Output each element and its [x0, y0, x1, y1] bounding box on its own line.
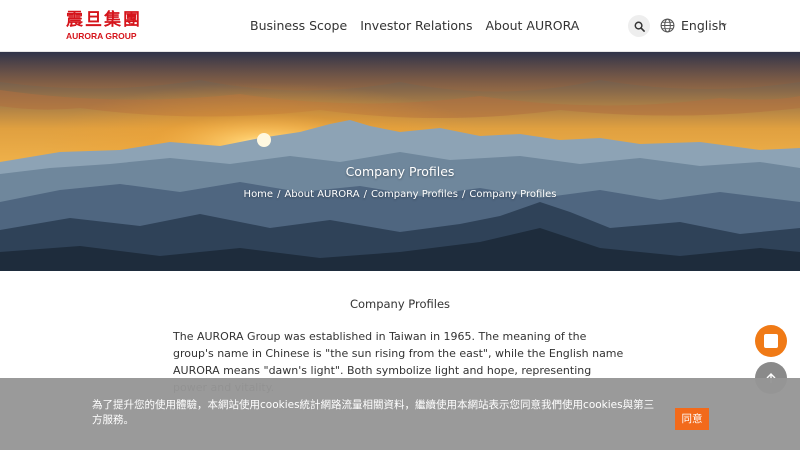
mountain-sunrise-image [0, 52, 800, 271]
breadcrumb-current-page: Company Profiles [469, 189, 557, 200]
breadcrumb: Home / About AURORA / Company Profiles / Compa… [0, 188, 800, 202]
breadcrumb-separator: / [363, 189, 367, 200]
floating-menu-button[interactable] [755, 325, 787, 357]
nav-item-investor-relations[interactable]: Investor Relations [360, 17, 472, 35]
cookie-consent-text: 為了提升您的使用體驗，本網站使用cookies統計網路流量相關資料，繼續使用本網… [92, 399, 655, 426]
cookie-consent-bar: 為了提升您的使用體驗，本網站使用cookies統計網路流量相關資料，繼續使用本網… [0, 378, 800, 450]
logo-english-text: AURORA GROUP [66, 31, 137, 41]
breadcrumb-company-profiles[interactable]: Company Profiles [371, 189, 458, 200]
hero-title: Company Profiles [345, 164, 455, 179]
search-button[interactable] [628, 15, 650, 37]
search-icon [634, 21, 645, 32]
cookie-agree-button[interactable]: 同意 [675, 408, 709, 430]
breadcrumb-home[interactable]: Home [244, 189, 274, 200]
main-nav: Business Scope Investor Relations About … [250, 17, 592, 35]
globe-icon[interactable] [660, 18, 675, 33]
square-icon [764, 334, 778, 348]
breadcrumb-separator: / [277, 189, 281, 200]
chevron-down-icon[interactable] [721, 22, 727, 28]
logo-chinese-text: 震旦集團 [66, 10, 142, 30]
nav-item-about-aurora[interactable]: About AURORA [485, 17, 579, 35]
breadcrumb-about-aurora[interactable]: About AURORA [284, 189, 359, 200]
aurora-group-logo[interactable]: 震旦集團 AURORA GROUP [66, 11, 146, 41]
site-header: 震旦集團 AURORA GROUP Business Scope Investo… [0, 0, 800, 52]
nav-item-business-scope[interactable]: Business Scope [250, 17, 347, 35]
section-title: Company Profiles [349, 297, 451, 311]
hero-banner: Company Profiles Home / About AURORA / Compa… [0, 52, 800, 271]
language-selector[interactable]: English [681, 17, 726, 35]
breadcrumb-separator: / [462, 189, 466, 200]
